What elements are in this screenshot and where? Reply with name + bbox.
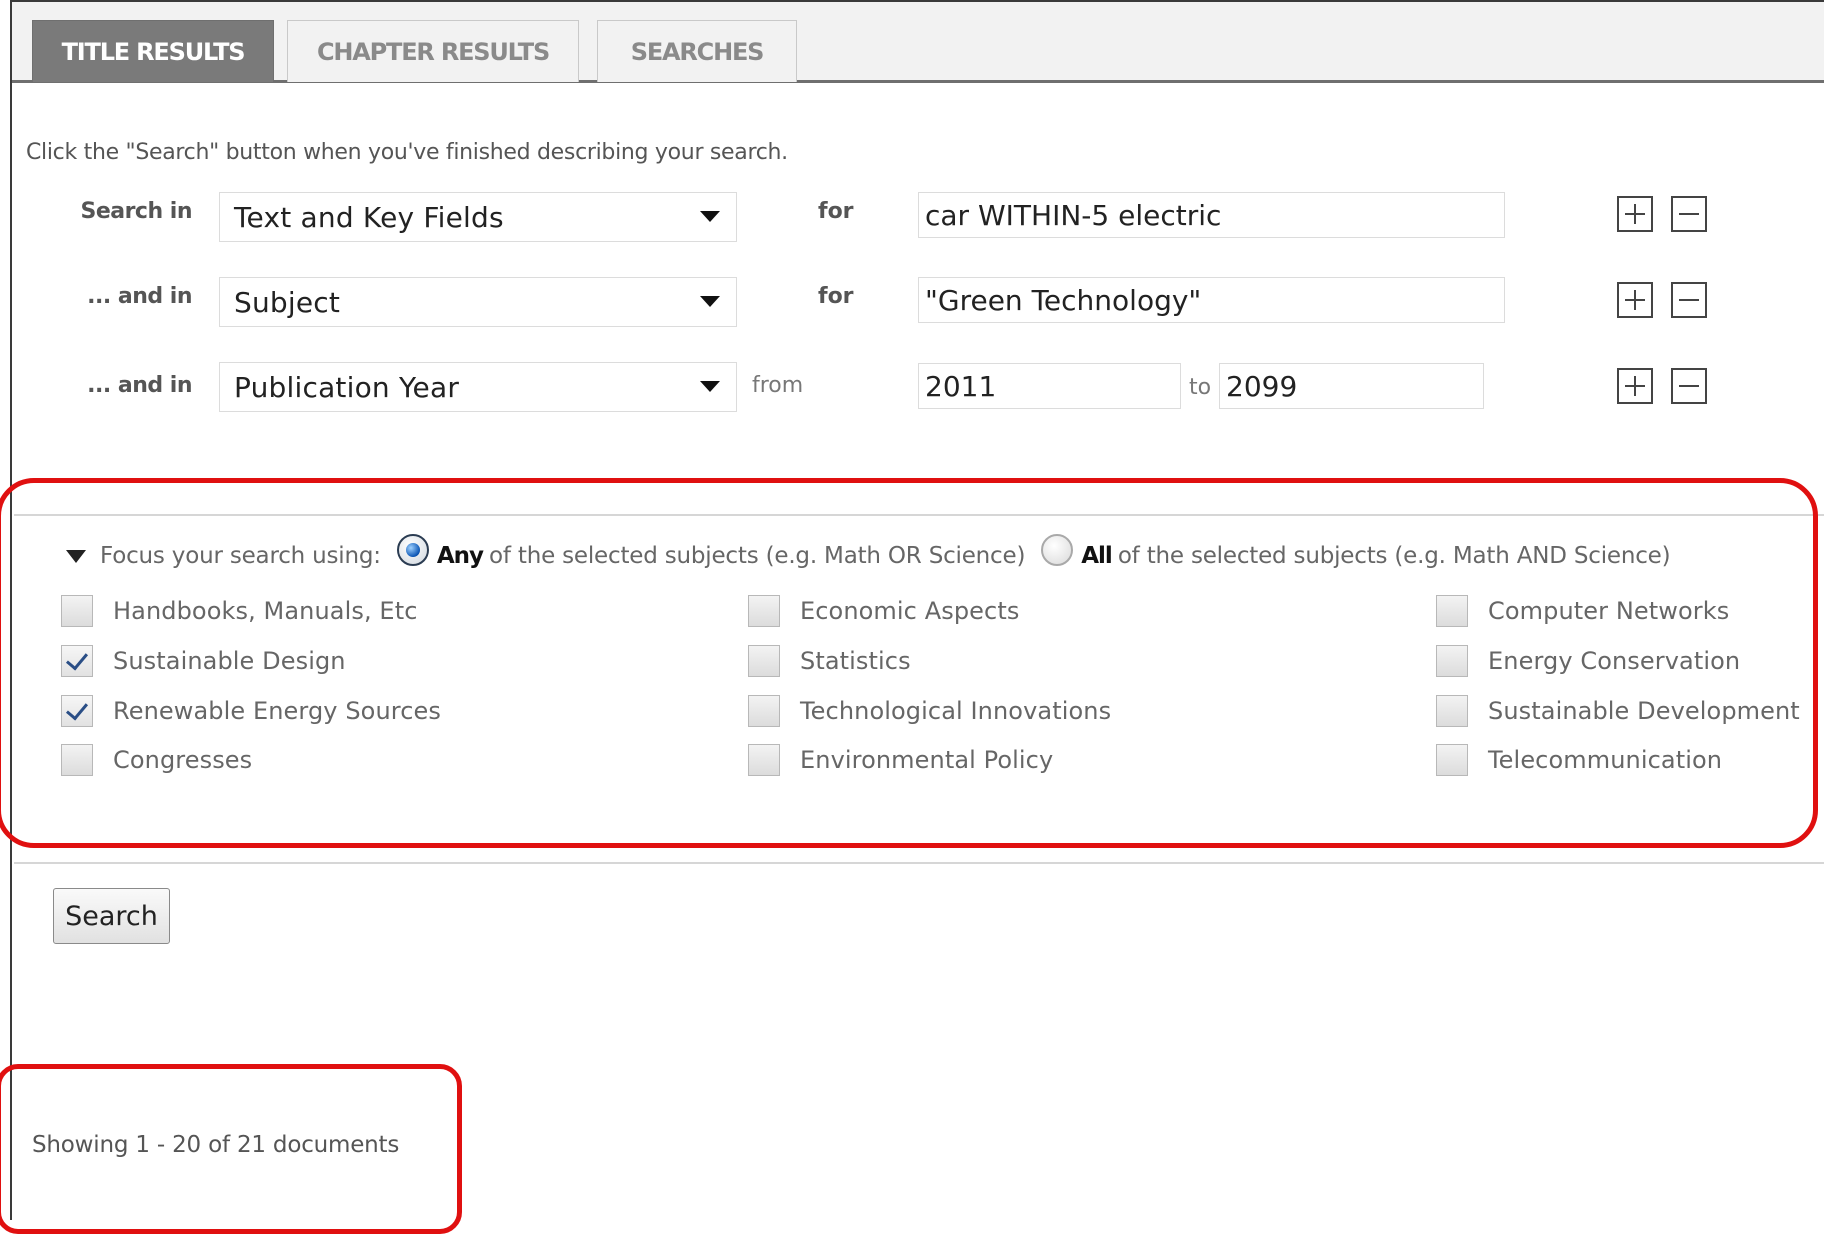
add-row-3-icon[interactable] [1617, 368, 1653, 404]
row-1-search-input[interactable] [918, 192, 1505, 238]
row-2-search-input[interactable] [918, 277, 1505, 323]
checkbox[interactable] [748, 695, 780, 727]
row-2-connector: for [818, 284, 854, 309]
tab-bar: TITLE RESULTS CHAPTER RESULTS SEARCHES [12, 2, 1824, 83]
tab-searches[interactable]: SEARCHES [597, 20, 797, 82]
row-3-field-select[interactable]: Publication Year [219, 362, 737, 412]
checkbox-checked[interactable] [61, 645, 93, 677]
row-1-field-select[interactable]: Text and Key Fields [219, 192, 737, 242]
results-summary: Showing 1 - 20 of 21 documents [32, 1132, 400, 1158]
add-row-1-icon[interactable] [1617, 196, 1653, 232]
checkbox[interactable] [1436, 695, 1468, 727]
row-2-field-select[interactable]: Subject [219, 277, 737, 327]
subject-checkbox-item[interactable]: Congresses [61, 744, 252, 776]
subject-checkbox-item[interactable]: Statistics [748, 645, 911, 677]
any-label-text: of the selected subjects (e.g. Math OR S… [489, 543, 1026, 569]
year-from-input[interactable] [918, 363, 1181, 409]
subject-checkbox-item[interactable]: Computer Networks [1436, 595, 1729, 627]
add-row-2-icon[interactable] [1617, 282, 1653, 318]
row-2-label: ... and in [87, 284, 192, 309]
subject-label: Economic Aspects [800, 597, 1020, 625]
row-1-connector: for [818, 199, 854, 224]
all-label-text: of the selected subjects (e.g. Math AND … [1117, 543, 1671, 569]
subject-checkbox-item[interactable]: Economic Aspects [748, 595, 1019, 627]
row-3-field-value: Publication Year [234, 370, 460, 404]
subject-checkbox-item[interactable]: Technological Innovations [748, 695, 1111, 727]
any-label-strong: Any [436, 543, 484, 569]
remove-row-2-icon[interactable] [1671, 282, 1707, 318]
subject-checkbox-item[interactable]: Sustainable Development [1436, 695, 1800, 727]
checkbox[interactable] [1436, 744, 1468, 776]
checkbox[interactable] [1436, 595, 1468, 627]
row-1-field-value: Text and Key Fields [234, 200, 504, 234]
any-subjects-radio[interactable] [396, 534, 429, 566]
year-to-label: to [1189, 375, 1212, 400]
chevron-down-icon [700, 381, 720, 392]
checkbox[interactable] [748, 595, 780, 627]
row-3-connector: from [752, 373, 804, 398]
all-subjects-radio[interactable] [1041, 534, 1074, 566]
subject-checkbox-item[interactable]: Handbooks, Manuals, Etc [61, 595, 418, 627]
subject-label: Congresses [113, 746, 253, 774]
tab-title-results[interactable]: TITLE RESULTS [32, 20, 274, 82]
row-3-label: ... and in [87, 373, 192, 398]
row-1-label: Search in [80, 199, 192, 224]
subject-label: Statistics [800, 647, 911, 675]
subject-checkbox-item[interactable]: Sustainable Design [61, 645, 346, 677]
remove-row-1-icon[interactable] [1671, 196, 1707, 232]
row-2-field-value: Subject [234, 285, 341, 319]
checkbox[interactable] [748, 645, 780, 677]
checkbox[interactable] [748, 744, 780, 776]
subject-checkbox-item[interactable]: Renewable Energy Sources [61, 695, 441, 727]
focus-header: Focus your search using: Any of the sele… [66, 534, 1671, 572]
tab-chapter-results[interactable]: CHAPTER RESULTS [287, 20, 579, 82]
subject-label: Sustainable Design [113, 647, 346, 675]
checkbox[interactable] [61, 744, 93, 776]
subject-label: Technological Innovations [800, 697, 1112, 725]
subject-label: Sustainable Development [1488, 697, 1800, 725]
subject-checkbox-item[interactable]: Environmental Policy [748, 744, 1053, 776]
checkbox[interactable] [1436, 645, 1468, 677]
subject-label: Handbooks, Manuals, Etc [113, 597, 418, 625]
all-label-strong: All [1081, 543, 1113, 569]
year-to-input[interactable] [1219, 363, 1484, 409]
checkbox[interactable] [61, 595, 93, 627]
subject-label: Energy Conservation [1488, 647, 1741, 675]
chevron-down-icon [700, 211, 720, 222]
subject-label: Environmental Policy [800, 746, 1054, 774]
collapse-triangle-icon[interactable] [66, 549, 86, 563]
focus-lead-text: Focus your search using: [100, 543, 381, 569]
instructions-text: Click the "Search" button when you've fi… [26, 140, 788, 165]
subject-label: Telecommunication [1488, 746, 1723, 774]
search-button[interactable]: Search [53, 888, 170, 944]
subject-checkbox-item[interactable]: Energy Conservation [1436, 645, 1740, 677]
subject-label: Computer Networks [1488, 597, 1730, 625]
chevron-down-icon [700, 296, 720, 307]
checkbox-checked[interactable] [61, 695, 93, 727]
subject-label: Renewable Energy Sources [113, 697, 441, 725]
subject-checkbox-item[interactable]: Telecommunication [1436, 744, 1722, 776]
remove-row-3-icon[interactable] [1671, 368, 1707, 404]
